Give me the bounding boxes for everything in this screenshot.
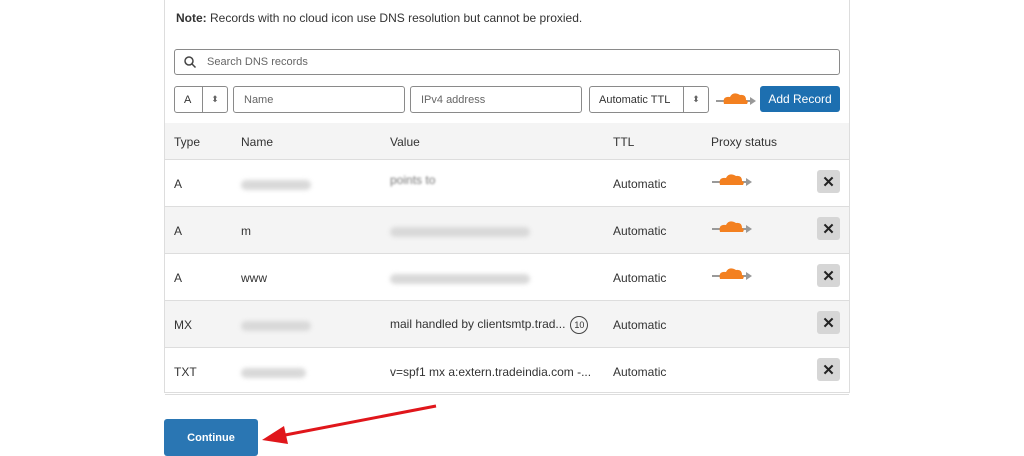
record-value: points to [390, 173, 436, 187]
proxied-cloud-icon [712, 268, 752, 280]
proxy-toggle[interactable] [716, 90, 756, 113]
record-type: A [174, 177, 183, 191]
select-arrows-icon: ⬍ [683, 87, 708, 112]
delete-record-button[interactable]: ✕ [817, 170, 840, 193]
table-row[interactable]: MX mail handled by clientsmtp.trad... 10 … [165, 301, 849, 348]
delete-record-button[interactable]: ✕ [817, 358, 840, 381]
table-header: Type Name Value TTL Proxy status [165, 123, 849, 160]
header-proxy: Proxy status [711, 135, 778, 149]
value-field[interactable] [410, 86, 582, 113]
name-field[interactable] [233, 86, 405, 113]
select-arrows-icon: ⬍ [202, 87, 227, 112]
delete-record-button[interactable]: ✕ [817, 264, 840, 287]
search-box[interactable] [174, 49, 840, 75]
record-name: m [241, 224, 251, 238]
add-record-button[interactable]: Add Record [760, 86, 840, 112]
table-row[interactable]: A www Automatic ✕ [165, 254, 849, 301]
ipv4-input[interactable] [419, 92, 576, 107]
proxy-note: Note: Records with no cloud icon use DNS… [176, 11, 583, 25]
delete-record-button[interactable]: ✕ [817, 311, 840, 334]
record-name-redacted [241, 365, 306, 379]
proxied-cloud-icon [712, 174, 752, 186]
close-icon: ✕ [822, 361, 835, 379]
header-type: Type [174, 135, 201, 149]
record-value: mail handled by clientsmtp.trad... 10 [390, 316, 589, 334]
record-name: www [241, 271, 267, 285]
header-ttl: TTL [613, 135, 635, 149]
close-icon: ✕ [822, 267, 835, 285]
ttl-value: Automatic TTL [599, 93, 671, 106]
record-type-select[interactable]: A ⬍ [174, 86, 228, 113]
record-type: TXT [174, 365, 197, 379]
header-name: Name [241, 135, 274, 149]
record-type: A [174, 224, 183, 238]
record-name-redacted [241, 177, 311, 191]
record-ttl: Automatic [613, 177, 667, 191]
record-value-redacted [390, 224, 530, 238]
proxied-cloud-icon [712, 221, 752, 233]
close-icon: ✕ [822, 314, 835, 332]
record-type-value: A [184, 93, 192, 106]
ttl-select[interactable]: Automatic TTL ⬍ [589, 86, 709, 113]
red-arrow-annotation [262, 404, 437, 444]
record-value-redacted [390, 271, 530, 285]
close-icon: ✕ [822, 173, 835, 191]
name-input[interactable] [242, 92, 399, 107]
close-icon: ✕ [822, 220, 835, 238]
table-row[interactable]: A m Automatic ✕ [165, 207, 849, 254]
cloud-icon [716, 93, 756, 105]
record-ttl: Automatic [613, 224, 667, 238]
record-value: v=spf1 mx a:extern.tradeindia.com -... [390, 365, 592, 379]
record-ttl: Automatic [613, 318, 667, 332]
record-ttl: Automatic [613, 365, 667, 379]
table-row[interactable]: A points to Automatic ✕ [165, 160, 849, 207]
record-type: A [174, 271, 183, 285]
priority-badge: 10 [570, 316, 589, 334]
header-value: Value [390, 135, 420, 149]
record-name-redacted [241, 318, 311, 332]
table-row[interactable]: TXT v=spf1 mx a:extern.tradeindia.com -.… [165, 348, 849, 395]
search-icon [184, 56, 197, 69]
record-ttl: Automatic [613, 271, 667, 285]
delete-record-button[interactable]: ✕ [817, 217, 840, 240]
continue-button[interactable]: Continue [164, 419, 258, 456]
record-type: MX [174, 318, 192, 332]
search-input[interactable] [205, 55, 839, 69]
